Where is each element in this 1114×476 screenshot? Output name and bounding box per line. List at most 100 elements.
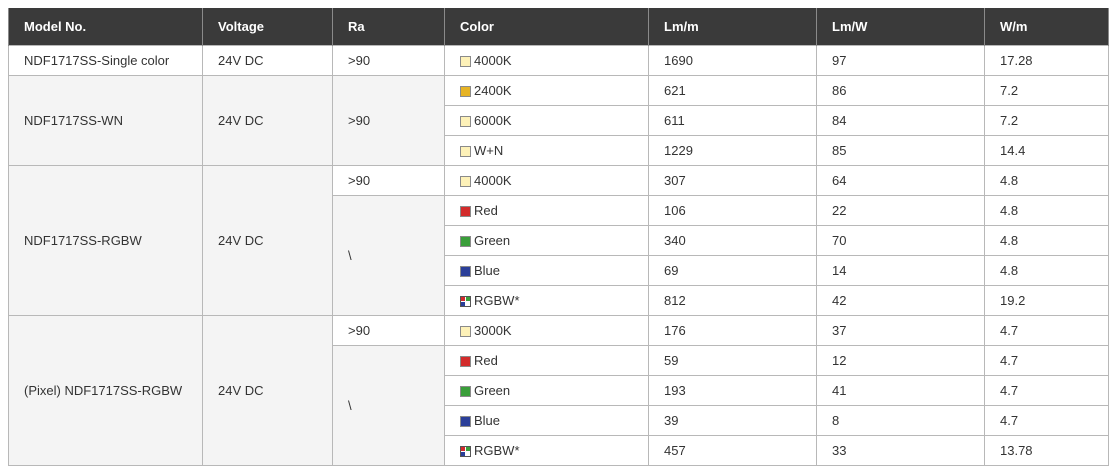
lm-m-cell: 39 — [648, 405, 817, 436]
rgbw-swatch-icon — [460, 446, 471, 457]
ra-cell: >90 — [332, 75, 445, 166]
voltage-cell: 24V DC — [202, 75, 333, 166]
color-swatch-icon — [460, 206, 471, 217]
voltage-cell: 24V DC — [202, 315, 333, 466]
w-m-cell: 4.8 — [984, 225, 1109, 256]
ra-cell: >90 — [332, 315, 445, 346]
w-m-cell: 17.28 — [984, 45, 1109, 76]
color-label: Green — [474, 383, 511, 398]
color-swatch-icon — [460, 176, 471, 187]
header-model: Model No. — [8, 8, 203, 46]
color-label: 4000K — [474, 173, 512, 188]
spec-table: Model No. Voltage Ra Color Lm/m Lm/W W/m… — [8, 8, 1109, 466]
lm-w-cell: 42 — [816, 285, 985, 316]
lm-m-cell: 193 — [648, 375, 817, 406]
lm-w-cell: 70 — [816, 225, 985, 256]
w-m-cell: 4.7 — [984, 405, 1109, 436]
model-cell: NDF1717SS-RGBW — [8, 165, 203, 316]
color-label: Green — [474, 233, 511, 248]
lm-m-cell: 1229 — [648, 135, 817, 166]
model-cell: (Pixel) NDF1717SS-RGBW — [8, 315, 203, 466]
header-color: Color — [444, 8, 649, 46]
color-swatch-icon — [460, 116, 471, 127]
color-cell: W+N — [444, 135, 649, 166]
w-m-cell: 13.78 — [984, 435, 1109, 466]
color-swatch-icon — [460, 56, 471, 67]
lm-w-cell: 37 — [816, 315, 985, 346]
color-swatch-icon — [460, 236, 471, 247]
lm-m-cell: 59 — [648, 345, 817, 376]
spec-table-container: Model No. Voltage Ra Color Lm/m Lm/W W/m… — [8, 8, 1109, 466]
color-cell: Red — [444, 345, 649, 376]
color-label: RGBW* — [474, 293, 520, 308]
color-swatch-icon — [460, 86, 471, 97]
w-m-cell: 19.2 — [984, 285, 1109, 316]
w-m-cell: 4.8 — [984, 255, 1109, 286]
w-m-cell: 4.8 — [984, 195, 1109, 226]
header-ra: Ra — [332, 8, 445, 46]
color-label: Red — [474, 353, 498, 368]
rgbw-swatch-icon — [460, 296, 471, 307]
color-cell: Green — [444, 225, 649, 256]
voltage-cell: 24V DC — [202, 45, 333, 76]
lm-m-cell: 307 — [648, 165, 817, 196]
ra-cell: >90 — [332, 165, 445, 196]
color-label: 6000K — [474, 113, 512, 128]
color-label: 3000K — [474, 323, 512, 338]
header-lm-m: Lm/m — [648, 8, 817, 46]
color-cell: Red — [444, 195, 649, 226]
w-m-cell: 4.7 — [984, 375, 1109, 406]
lm-w-cell: 14 — [816, 255, 985, 286]
lm-m-cell: 340 — [648, 225, 817, 256]
color-cell: 3000K — [444, 315, 649, 346]
color-swatch-icon — [460, 326, 471, 337]
color-cell: Blue — [444, 255, 649, 286]
lm-m-cell: 1690 — [648, 45, 817, 76]
lm-w-cell: 97 — [816, 45, 985, 76]
w-m-cell: 4.7 — [984, 315, 1109, 346]
lm-w-cell: 12 — [816, 345, 985, 376]
color-swatch-icon — [460, 416, 471, 427]
color-label: Red — [474, 203, 498, 218]
header-voltage: Voltage — [202, 8, 333, 46]
header-w-m: W/m — [984, 8, 1109, 46]
lm-w-cell: 64 — [816, 165, 985, 196]
model-cell: NDF1717SS-WN — [8, 75, 203, 166]
color-swatch-icon — [460, 356, 471, 367]
color-cell: 4000K — [444, 165, 649, 196]
color-cell: Blue — [444, 405, 649, 436]
color-label: Blue — [474, 263, 501, 278]
color-cell: 6000K — [444, 105, 649, 136]
color-label: 4000K — [474, 53, 512, 68]
ra-cell: \ — [332, 345, 445, 466]
lm-m-cell: 621 — [648, 75, 817, 106]
lm-w-cell: 85 — [816, 135, 985, 166]
lm-m-cell: 106 — [648, 195, 817, 226]
lm-w-cell: 86 — [816, 75, 985, 106]
header-lm-w: Lm/W — [816, 8, 985, 46]
model-cell: NDF1717SS-Single color — [8, 45, 203, 76]
color-swatch-icon — [460, 146, 471, 157]
color-cell: RGBW* — [444, 435, 649, 466]
lm-w-cell: 22 — [816, 195, 985, 226]
table-row: NDF1717SS-Single color 24V DC >90 4000K … — [8, 45, 1109, 76]
color-label: RGBW* — [474, 443, 520, 458]
color-cell: RGBW* — [444, 285, 649, 316]
color-cell: Green — [444, 375, 649, 406]
lm-m-cell: 69 — [648, 255, 817, 286]
w-m-cell: 4.7 — [984, 345, 1109, 376]
table-header-row: Model No. Voltage Ra Color Lm/m Lm/W W/m — [8, 8, 1109, 46]
lm-w-cell: 84 — [816, 105, 985, 136]
lm-m-cell: 611 — [648, 105, 817, 136]
lm-w-cell: 33 — [816, 435, 985, 466]
color-label: Blue — [474, 413, 501, 428]
w-m-cell: 7.2 — [984, 105, 1109, 136]
lm-w-cell: 8 — [816, 405, 985, 436]
table-row: (Pixel) NDF1717SS-RGBW 24V DC >90 3000K … — [8, 315, 1109, 466]
table-row: NDF1717SS-WN 24V DC >90 2400K 621 86 7.2 — [8, 75, 1109, 166]
lm-w-cell: 41 — [816, 375, 985, 406]
table-row: NDF1717SS-RGBW 24V DC >90 4000K 307 64 4… — [8, 165, 1109, 316]
lm-m-cell: 812 — [648, 285, 817, 316]
color-cell: 4000K — [444, 45, 649, 76]
color-swatch-icon — [460, 266, 471, 277]
